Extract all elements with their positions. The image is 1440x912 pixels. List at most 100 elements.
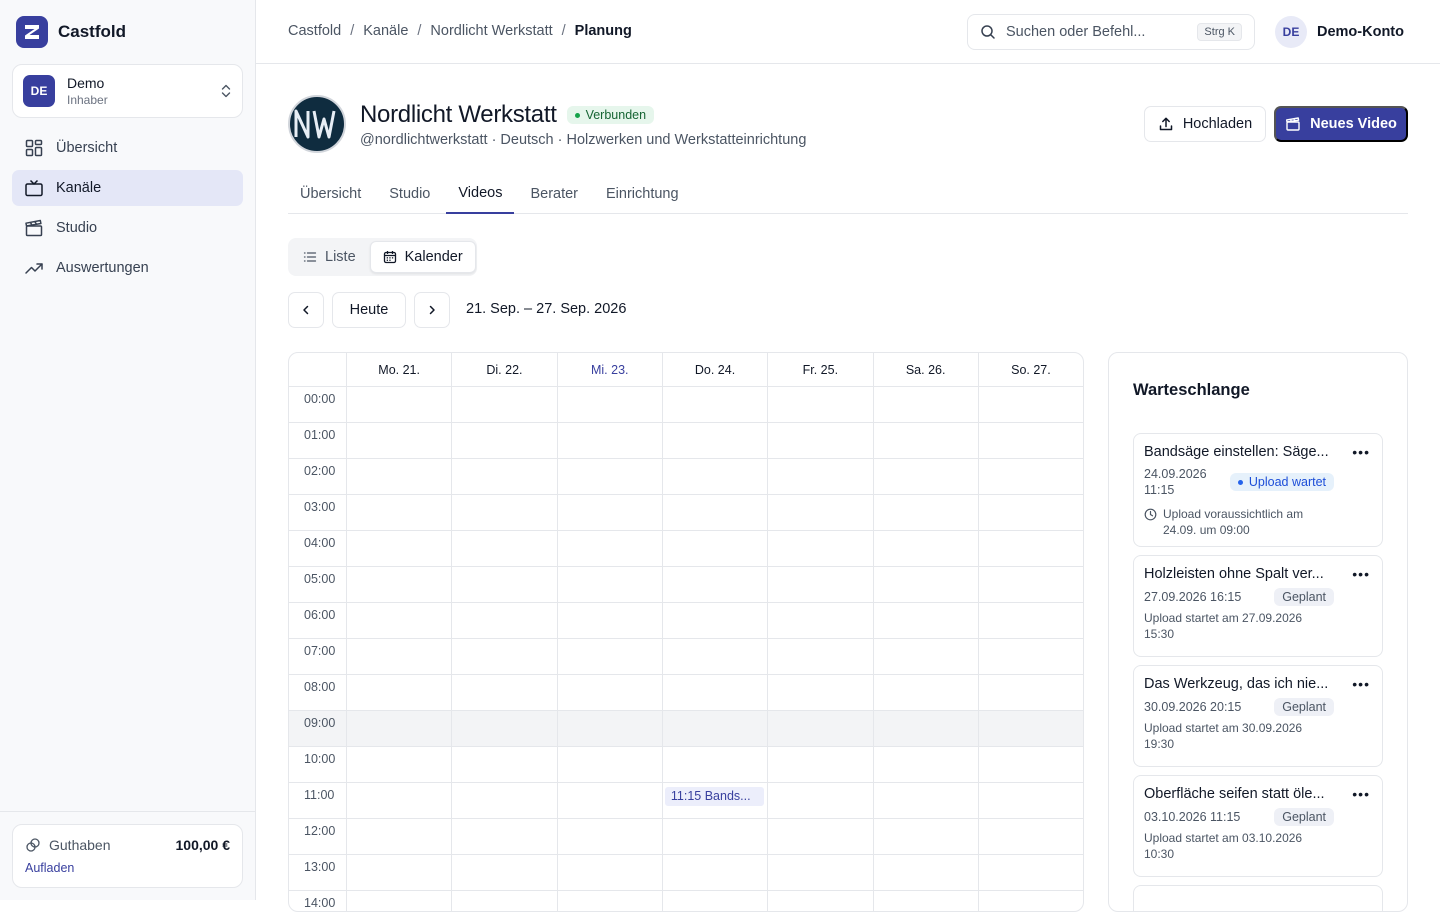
calendar-event[interactable]: 11:15 Bands... xyxy=(664,787,765,806)
day-header: Mi. 23. xyxy=(556,353,662,387)
hour-row[interactable]: 09:00 xyxy=(289,711,1083,747)
hour-label: 12:00 xyxy=(304,824,336,838)
hour-row[interactable]: 01:00 xyxy=(289,423,1083,459)
week-calendar: Mo. 21. Di. 22. Mi. 23. Do. 24. Fr. 25. Sa. 2… xyxy=(288,352,1084,912)
tab-uebersicht[interactable]: Übersicht xyxy=(288,174,373,214)
channel-logo-icon xyxy=(294,109,336,139)
date-range: 21. Sep. – 27. Sep. 2026 xyxy=(466,301,627,317)
next-week-button[interactable] xyxy=(414,292,450,328)
list-view-button[interactable]: Liste xyxy=(291,241,368,273)
search-input[interactable]: Suchen oder Befehl... Strg K xyxy=(967,14,1255,50)
breadcrumb-current: Planung xyxy=(574,23,632,39)
sidebar-item-auswertungen[interactable]: Auswertungen xyxy=(12,250,243,286)
hour-row[interactable]: 05:00 xyxy=(289,567,1083,603)
chevron-left-icon xyxy=(300,304,312,316)
sidebar-item-kanaele[interactable]: Kanäle xyxy=(12,170,243,206)
hour-row[interactable]: 06:00 xyxy=(289,603,1083,639)
queue-item-date: 24.09.2026 xyxy=(1144,467,1207,481)
queue-item-title: Holzleisten ohne Spalt ver... xyxy=(1144,566,1324,582)
upload-button[interactable]: Hochladen xyxy=(1144,106,1266,142)
day-column-divider xyxy=(767,387,769,911)
queue-panel: Warteschlange Bandsäge einstellen: Säge.… xyxy=(1108,352,1408,912)
queue-item[interactable]: Bandsäge einstellen: Säge... ••• 24.09.2… xyxy=(1133,433,1383,547)
queue-item-note: Upload startet am 03.10.2026 10:30 xyxy=(1144,831,1303,861)
calendar-icon xyxy=(383,250,397,264)
hour-row[interactable]: 03:00 xyxy=(289,495,1083,531)
hour-label: 02:00 xyxy=(304,464,336,478)
more-icon[interactable]: ••• xyxy=(1352,676,1370,692)
search-icon xyxy=(980,24,996,40)
queue-item[interactable]: Oberfläche seifen statt öle... ••• 03.10… xyxy=(1133,775,1383,877)
hour-row[interactable]: 00:00 xyxy=(289,387,1083,423)
new-video-button[interactable]: Neues Video xyxy=(1274,106,1408,142)
breadcrumb-item[interactable]: Nordlicht Werkstatt xyxy=(430,23,552,39)
sidebar-item-label: Studio xyxy=(56,220,98,236)
today-button[interactable]: Heute xyxy=(332,292,406,328)
hour-row[interactable]: 07:00 xyxy=(289,639,1083,675)
calendar-view-label: Kalender xyxy=(404,249,463,265)
day-column-divider xyxy=(451,387,453,911)
queue-item-title: Bandsäge einstellen: Säge... xyxy=(1144,444,1329,460)
brand[interactable]: Castfold xyxy=(16,16,126,48)
view-toggle: Liste Kalender xyxy=(288,238,477,276)
hour-label: 09:00 xyxy=(304,716,336,730)
chevrons-up-down-icon xyxy=(220,83,232,99)
channel-title-row: Nordlicht Werkstatt Verbunden xyxy=(360,101,655,129)
calendar-header: Mo. 21. Di. 22. Mi. 23. Do. 24. Fr. 25. Sa. 2… xyxy=(289,353,1083,387)
status-dot-icon xyxy=(574,112,580,118)
sidebar-item-studio[interactable]: Studio xyxy=(12,210,243,246)
sidebar-item-uebersicht[interactable]: Übersicht xyxy=(12,130,243,166)
more-icon[interactable]: ••• xyxy=(1352,786,1370,802)
account-name: Demo-Konto xyxy=(1317,24,1404,40)
tab-videos[interactable]: Videos xyxy=(446,174,515,214)
hour-row[interactable]: 14:00 xyxy=(289,891,1083,911)
clapperboard-icon xyxy=(24,218,44,238)
tab-studio[interactable]: Studio xyxy=(377,174,442,214)
hour-label: 10:00 xyxy=(304,752,336,766)
hour-label: 04:00 xyxy=(304,536,336,550)
top-up-link[interactable]: Aufladen xyxy=(25,861,74,875)
tab-berater[interactable]: Berater xyxy=(518,174,590,214)
queue-item-time: 11:15 xyxy=(1144,483,1175,497)
search-placeholder: Suchen oder Befehl... xyxy=(1006,24,1146,40)
channel-subtitle: @nordlichtwerkstatt · Deutsch · Holzwerk… xyxy=(360,132,807,148)
status-dot-icon xyxy=(1237,479,1243,485)
hour-label: 05:00 xyxy=(304,572,336,586)
credit-label: Guthaben xyxy=(49,837,111,853)
breadcrumb-item[interactable]: Castfold xyxy=(288,23,341,39)
hour-row[interactable]: 10:00 xyxy=(289,747,1083,783)
credit-box: Guthaben 100,00 € Aufladen xyxy=(12,824,243,888)
workspace-name: Demo xyxy=(67,75,105,91)
breadcrumb-item[interactable]: Kanäle xyxy=(363,23,408,39)
calendar-view-button[interactable]: Kalender xyxy=(369,241,476,273)
more-icon[interactable]: ••• xyxy=(1352,566,1370,582)
queue-item-date: 30.09.2026 20:15 xyxy=(1144,700,1242,714)
grid-icon xyxy=(24,138,44,158)
queue-item[interactable]: Das Werkzeug, das ich nie... ••• 30.09.2… xyxy=(1133,665,1383,767)
hour-row[interactable]: 04:00 xyxy=(289,531,1083,567)
status-badge-label: Verbunden xyxy=(585,108,647,122)
hour-row[interactable]: 13:00 xyxy=(289,855,1083,891)
avatar: DE xyxy=(1275,16,1307,48)
queue-item[interactable]: Holzleisten ohne Spalt ver... ••• 27.09.… xyxy=(1133,555,1383,657)
hour-row[interactable]: 08:00 xyxy=(289,675,1083,711)
chevron-right-icon xyxy=(426,304,438,316)
list-icon xyxy=(303,250,317,264)
brand-name: Castfold xyxy=(58,22,126,41)
hour-row[interactable]: 02:00 xyxy=(289,459,1083,495)
tab-einrichtung[interactable]: Einrichtung xyxy=(594,174,691,214)
new-video-button-label: Neues Video xyxy=(1310,116,1397,132)
day-column-divider xyxy=(556,387,558,911)
more-icon[interactable]: ••• xyxy=(1352,444,1370,460)
queue-item[interactable] xyxy=(1133,885,1383,911)
workspace-switcher[interactable]: DE Demo Inhaber xyxy=(12,64,243,118)
status-badge: Geplant xyxy=(1274,698,1334,716)
hour-label: 03:00 xyxy=(304,500,336,514)
channel-avatar xyxy=(288,95,346,153)
account-menu[interactable]: DE Demo-Konto xyxy=(1275,16,1404,48)
queue-item-date: 27.09.2026 16:15 xyxy=(1144,590,1242,604)
previous-week-button[interactable] xyxy=(288,292,324,328)
hour-row[interactable]: 12:00 xyxy=(289,819,1083,855)
breadcrumb-separator: / xyxy=(350,23,355,39)
topbar: Castfold / Kanäle / Nordlicht Werkstatt … xyxy=(256,0,1440,64)
